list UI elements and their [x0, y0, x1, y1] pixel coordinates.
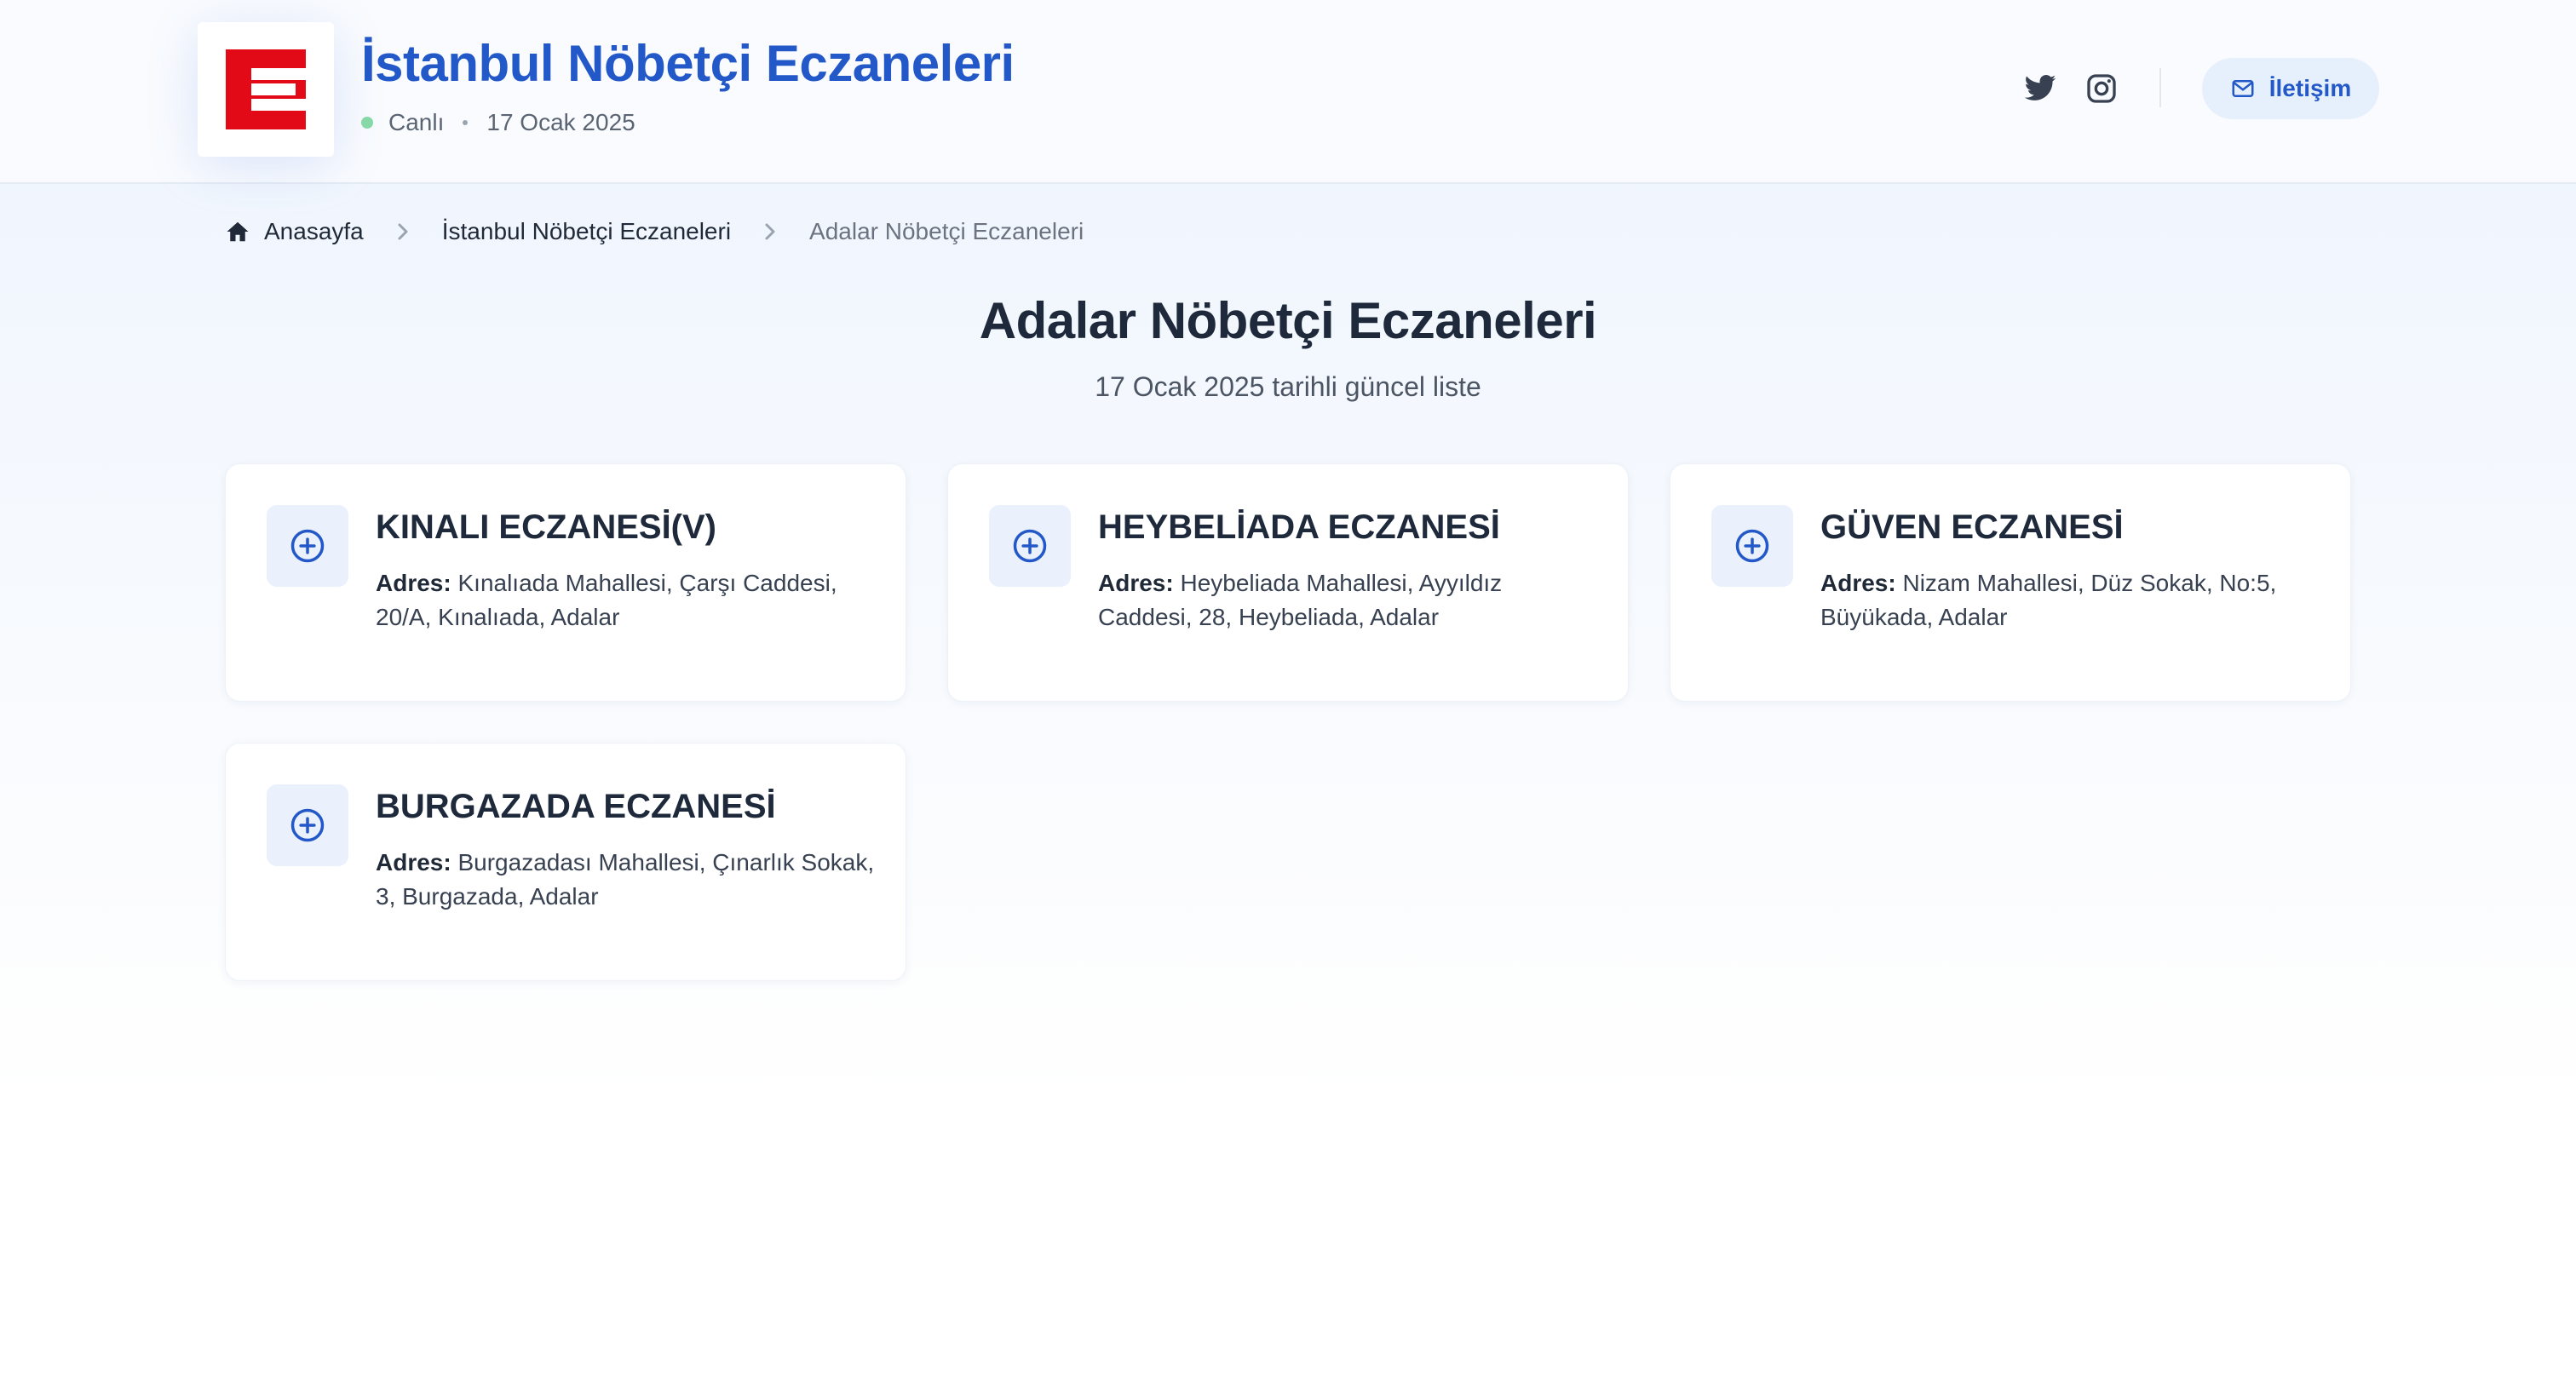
twitter-icon[interactable] — [2023, 72, 2057, 106]
plus-circle-icon — [1013, 529, 1047, 563]
site-logo[interactable] — [198, 22, 334, 157]
address-label: Adres: — [1098, 570, 1174, 596]
site-title[interactable]: İstanbul Nöbetçi Eczaneleri — [361, 34, 1015, 93]
live-label: Canlı — [388, 109, 445, 135]
address-label: Adres: — [376, 849, 451, 875]
header-date: 17 Ocak 2025 — [486, 109, 635, 135]
pharmacy-icon-box — [1711, 505, 1793, 587]
pharmacy-name: BURGAZADA ECZANESİ — [376, 788, 776, 825]
pharmacy-name: GÜVEN ECZANESİ — [1820, 508, 2124, 546]
contact-label: İletişim — [2268, 75, 2352, 101]
address-label: Adres: — [1820, 570, 1896, 596]
site-header: İstanbul Nöbetçi Eczaneleri Canlı 17 Oca… — [0, 0, 2576, 184]
logo-e-icon — [226, 49, 306, 129]
pharmacy-icon-box — [267, 784, 348, 866]
pharmacy-icon-box — [267, 505, 348, 587]
separator-dot — [463, 120, 469, 125]
breadcrumb-current: Adalar Nöbetçi Eczaneleri — [809, 218, 1084, 244]
plus-circle-icon — [290, 808, 325, 842]
chevron-right-icon — [394, 220, 411, 244]
pharmacy-address: Adres: Kınalıada Mahallesi, Çarşı Caddes… — [376, 566, 878, 634]
address-label: Adres: — [376, 570, 451, 596]
pharmacy-card[interactable]: GÜVEN ECZANESİ Adres: Nizam Mahallesi, D… — [1670, 463, 2351, 702]
pharmacy-address: Adres: Burgazadası Mahallesi, Çınarlık S… — [376, 846, 878, 914]
pharmacy-icon-box — [989, 505, 1071, 587]
pharmacy-address: Adres: Nizam Mahallesi, Düz Sokak, No:5,… — [1820, 566, 2323, 634]
breadcrumb-home[interactable]: Anasayfa — [264, 218, 364, 245]
pharmacy-name: KINALI ECZANESİ(V) — [376, 508, 716, 546]
plus-circle-icon — [290, 529, 325, 563]
mail-icon — [2232, 80, 2254, 97]
home-icon[interactable] — [225, 219, 250, 244]
pharmacy-card[interactable]: HEYBELİADA ECZANESİ Adres: Heybeliada Ma… — [947, 463, 1629, 702]
instagram-icon[interactable] — [2084, 72, 2119, 106]
pharmacy-address: Adres: Heybeliada Mahallesi, Ayyıldız Ca… — [1098, 566, 1601, 634]
pharmacy-name: HEYBELİADA ECZANESİ — [1098, 508, 1500, 546]
header-divider — [2159, 68, 2161, 107]
plus-circle-icon — [1735, 529, 1769, 563]
live-indicator — [361, 117, 373, 129]
breadcrumb: Anasayfa İstanbul Nöbetçi Eczaneleri Ada… — [225, 215, 1084, 249]
pharmacy-card[interactable]: BURGAZADA ECZANESİ Adres: Burgazadası Ma… — [225, 743, 906, 981]
page-subtitle: 17 Ocak 2025 tarihli güncel liste — [1095, 371, 1481, 402]
breadcrumb-parent[interactable]: İstanbul Nöbetçi Eczaneleri — [442, 218, 731, 245]
status-row: Canlı 17 Ocak 2025 — [361, 107, 635, 138]
pharmacy-card[interactable]: KINALI ECZANESİ(V) Adres: Kınalıada Maha… — [225, 463, 906, 702]
contact-button[interactable]: İletişim — [2202, 58, 2379, 119]
chevron-right-icon — [762, 220, 779, 244]
page-title: Adalar Nöbetçi Eczaneleri — [979, 292, 1597, 349]
